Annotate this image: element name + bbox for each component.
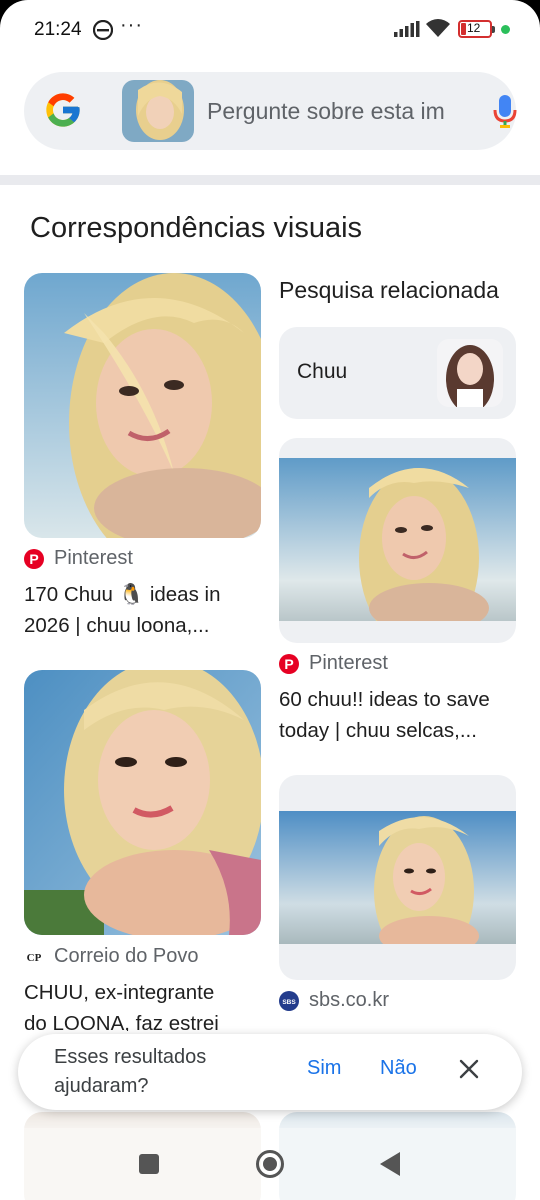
more-status-icon: ··· xyxy=(120,14,143,36)
close-icon[interactable] xyxy=(458,1058,480,1080)
app-e-icon xyxy=(93,20,113,40)
signal-icon xyxy=(394,21,420,37)
source-name: Correio do Povo xyxy=(54,945,199,967)
result-title-line: CHUU, ex-integrante xyxy=(24,981,215,1004)
result-source-4: SBS sbs.co.kr xyxy=(279,989,389,1012)
feedback-question: Esses resultados ajudaram? xyxy=(54,1046,207,1097)
pinterest-icon: P xyxy=(24,548,44,569)
result-title-1[interactable]: 170 Chuu 🐧 ideas in 2026 | chuu loona,..… xyxy=(24,579,261,641)
status-time: 21:24 xyxy=(34,19,82,40)
recents-button[interactable] xyxy=(139,1154,159,1174)
source-name: sbs.co.kr xyxy=(309,989,390,1011)
correio-do-povo-icon: CP xyxy=(24,946,44,967)
result-title-2[interactable]: 60 chuu!! ideas to save today | chuu sel… xyxy=(279,684,516,746)
privacy-dot-icon xyxy=(501,25,510,34)
search-input[interactable]: Pergunte sobre esta im xyxy=(207,98,462,125)
pinterest-icon: P xyxy=(279,653,299,674)
result-card-2[interactable] xyxy=(279,438,516,643)
sbs-icon: SBS xyxy=(279,990,299,1011)
related-chip-image xyxy=(437,339,503,407)
source-name: Pinterest xyxy=(309,652,388,674)
result-image-4[interactable] xyxy=(279,811,516,944)
result-title-line: 2026 | chuu loona,... xyxy=(24,614,210,637)
battery-level: 12 xyxy=(467,21,481,35)
related-search-title: Pesquisa relacionada xyxy=(279,277,499,303)
search-bar[interactable]: Pergunte sobre esta im xyxy=(24,72,518,150)
result-image-3[interactable] xyxy=(24,670,261,935)
feedback-no-button[interactable]: Não xyxy=(380,1057,417,1080)
battery-icon: 12 xyxy=(458,20,495,38)
result-title-line: today | chuu selcas,... xyxy=(279,719,477,742)
back-button[interactable] xyxy=(380,1152,400,1176)
section-title: Correspondências visuais xyxy=(30,212,363,244)
related-search-chip[interactable]: Chuu xyxy=(279,327,516,419)
status-bar: 21:24 ··· 12 xyxy=(0,0,540,58)
feedback-yes-button[interactable]: Sim xyxy=(307,1057,341,1080)
wifi-icon xyxy=(426,19,450,37)
result-title-line: do LOONA, faz estrei xyxy=(24,1012,219,1031)
result-image-1[interactable] xyxy=(24,273,261,538)
result-card-4[interactable] xyxy=(279,775,516,980)
svg-text:CP: CP xyxy=(27,952,42,964)
mic-icon[interactable] xyxy=(492,94,518,130)
screen: 21:24 ··· 12 Pergunte sobre esta im Corr… xyxy=(0,0,540,1200)
home-button[interactable] xyxy=(256,1150,284,1178)
result-title-3[interactable]: CHUU, ex-integrante do LOONA, faz estrei xyxy=(24,977,261,1031)
divider xyxy=(0,175,540,185)
query-image-thumbnail[interactable] xyxy=(122,80,194,142)
navigation-bar xyxy=(0,1128,540,1200)
google-logo-icon[interactable] xyxy=(43,90,83,130)
result-title-line: 60 chuu!! ideas to save xyxy=(279,688,490,711)
result-image-2[interactable] xyxy=(279,458,516,621)
related-chip-label: Chuu xyxy=(297,360,348,383)
result-source-1: P Pinterest xyxy=(24,547,133,570)
svg-text:P: P xyxy=(284,656,293,672)
result-source-3: CP Correio do Povo xyxy=(24,945,199,968)
svg-text:P: P xyxy=(29,551,38,567)
feedback-popup: Esses resultados ajudaram? Sim Não xyxy=(18,1034,522,1110)
result-title-line: 170 Chuu 🐧 ideas in xyxy=(24,583,221,606)
svg-text:SBS: SBS xyxy=(282,999,296,1006)
source-name: Pinterest xyxy=(54,547,133,569)
result-source-2: P Pinterest xyxy=(279,652,388,675)
